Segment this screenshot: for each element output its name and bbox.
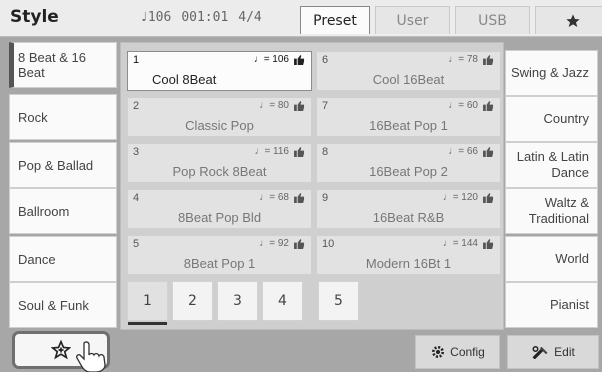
style-tempo: ♩= 92 — [259, 238, 289, 249]
category-world[interactable]: World — [505, 236, 598, 282]
edit-tools-icon — [532, 346, 548, 359]
page-button-3[interactable]: 3 — [217, 281, 258, 321]
category-dance[interactable]: Dance — [9, 236, 117, 282]
thumbs-up-icon — [294, 193, 305, 203]
style-item[interactable]: 7 ♩= 60 16Beat Pop 1 — [316, 97, 501, 137]
page-selector: 1 2 3 4 — [127, 281, 303, 325]
style-tempo: ♩= 68 — [259, 192, 289, 203]
style-number: 9 — [322, 192, 329, 204]
style-item[interactable]: 10 ♩= 144 Modern 16Bt 1 — [316, 235, 501, 275]
thumbs-up-icon — [294, 101, 305, 111]
category-country[interactable]: Country — [505, 96, 598, 142]
category-8beat-16beat[interactable]: 8 Beat & 16 Beat — [9, 42, 117, 88]
thumbs-up-icon — [294, 147, 305, 157]
style-item[interactable]: 4 ♩= 68 8Beat Pop Bld — [127, 189, 312, 229]
category-pop-ballad[interactable]: Pop & Ballad — [9, 142, 117, 188]
tab-preset[interactable]: Preset — [300, 6, 370, 34]
page-button-2[interactable]: 2 — [172, 281, 213, 321]
star-icon — [565, 13, 580, 27]
style-number: 1 — [133, 54, 140, 66]
style-name: Pop Rock 8Beat — [172, 164, 267, 179]
style-tempo: ♩= 66 — [448, 146, 478, 157]
style-name: Modern 16Bt 1 — [365, 256, 452, 271]
edit-label: Edit — [554, 345, 575, 359]
gear-icon — [432, 346, 445, 358]
config-label: Config — [450, 345, 485, 359]
config-button[interactable]: Config — [415, 335, 500, 369]
category-pianist[interactable]: Pianist — [505, 282, 598, 328]
category-waltz-traditional[interactable]: Waltz & Traditional — [505, 188, 598, 234]
style-name: 8Beat Pop 1 — [183, 256, 256, 271]
style-name: Cool 16Beat — [372, 72, 445, 87]
status-readout: ♩106 001:01 4/4 — [140, 10, 262, 25]
style-list-panel: 1 ♩= 106 Cool 8Beat 6 ♩= 78 Cool 16Beat … — [120, 42, 504, 330]
category-rock[interactable]: Rock — [9, 94, 117, 140]
style-item[interactable]: 2 ♩= 80 Classic Pop — [127, 97, 312, 137]
thumbs-up-icon — [483, 193, 494, 203]
style-tempo: ♩= 144 — [442, 238, 478, 249]
style-item[interactable]: 1 ♩= 106 Cool 8Beat — [127, 51, 312, 91]
thumbs-up-icon — [483, 239, 494, 249]
style-tempo: ♩= 80 — [259, 100, 289, 111]
style-tempo: ♩= 106 — [253, 54, 289, 65]
style-item[interactable]: 5 ♩= 92 8Beat Pop 1 — [127, 235, 312, 275]
tab-usb[interactable]: USB — [455, 6, 530, 34]
style-number: 6 — [322, 54, 329, 66]
page-button-1[interactable]: 1 — [127, 281, 168, 325]
category-latin[interactable]: Latin & Latin Dance — [505, 142, 598, 188]
header-bar: Style ♩106 001:01 4/4 Preset User USB — [0, 0, 602, 37]
tempo-readout: ♩106 — [140, 10, 172, 25]
category-ballroom[interactable]: Ballroom — [9, 188, 117, 234]
style-name: 16Beat Pop 2 — [369, 164, 448, 179]
style-name: 16Beat R&B — [372, 210, 445, 225]
style-number: 3 — [133, 146, 140, 158]
meter-readout: 4/4 — [238, 10, 262, 25]
source-tabs: Preset User USB — [300, 6, 602, 36]
star-plus-icon — [51, 340, 71, 360]
style-name: Cool 8Beat — [152, 72, 217, 87]
page-button-5[interactable]: 5 — [318, 281, 359, 321]
style-number: 4 — [133, 192, 140, 204]
style-number: 8 — [322, 146, 329, 158]
style-number: 5 — [133, 238, 140, 250]
style-item[interactable]: 6 ♩= 78 Cool 16Beat — [316, 51, 501, 91]
edit-button[interactable]: Edit — [507, 335, 599, 369]
style-item[interactable]: 9 ♩= 120 16Beat R&B — [316, 189, 501, 229]
style-name: 16Beat Pop 1 — [369, 118, 448, 133]
style-name: Classic Pop — [185, 118, 254, 133]
style-number: 2 — [133, 100, 140, 112]
tab-user[interactable]: User — [375, 6, 450, 34]
page-button-4[interactable]: 4 — [262, 281, 303, 321]
thumbs-up-icon — [483, 147, 494, 157]
style-item[interactable]: 8 ♩= 66 16Beat Pop 2 — [316, 143, 501, 183]
page-title: Style — [10, 7, 59, 27]
style-tempo: ♩= 78 — [448, 54, 478, 65]
thumbs-up-icon — [483, 55, 494, 65]
style-name: 8Beat Pop Bld — [177, 210, 262, 225]
style-tempo: ♩= 116 — [254, 146, 289, 157]
tab-favorites[interactable] — [535, 6, 602, 34]
thumbs-up-icon — [483, 101, 494, 111]
style-item[interactable]: 3 ♩= 116 Pop Rock 8Beat — [127, 143, 312, 183]
style-number: 10 — [322, 238, 335, 250]
thumbs-up-icon — [294, 239, 305, 249]
category-swing-jazz[interactable]: Swing & Jazz — [505, 50, 598, 96]
style-number: 7 — [322, 100, 329, 112]
thumbs-up-icon — [294, 55, 305, 65]
style-tempo: ♩= 120 — [442, 192, 478, 203]
pointing-hand-icon — [76, 341, 106, 372]
position-readout: 001:01 — [181, 10, 229, 25]
style-screen: Style ♩106 001:01 4/4 Preset User USB 8 … — [0, 0, 602, 372]
category-soul-funk[interactable]: Soul & Funk — [9, 282, 117, 328]
style-tempo: ♩= 60 — [448, 100, 478, 111]
